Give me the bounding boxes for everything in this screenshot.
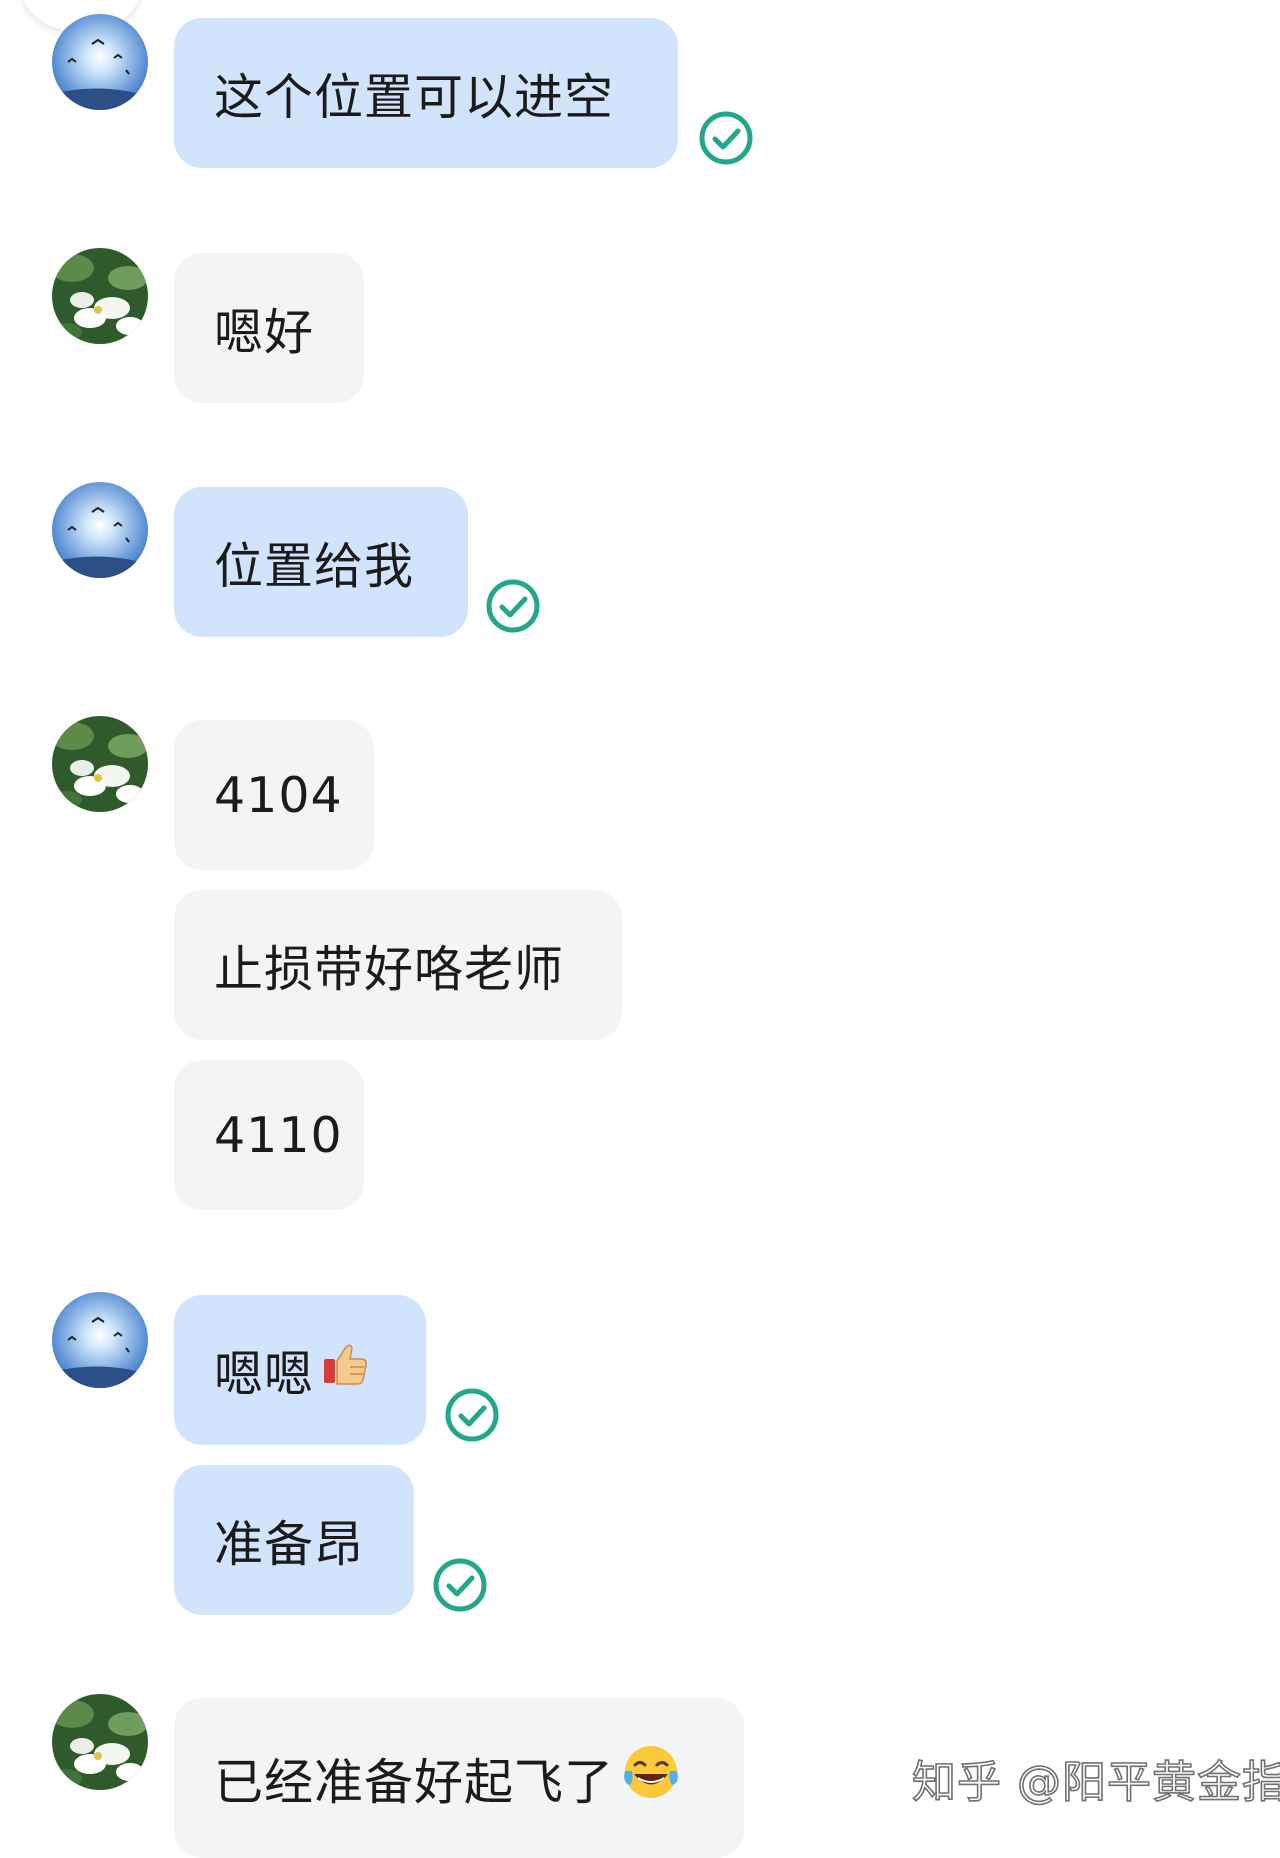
avatar-me[interactable] xyxy=(52,482,148,578)
read-check-icon xyxy=(699,111,753,165)
message-text: 这个位置可以进空 xyxy=(214,68,615,126)
message-text: 嗯嗯 xyxy=(214,1345,315,1403)
avatar-me[interactable] xyxy=(52,1292,148,1388)
message-text: 4110 xyxy=(214,1106,343,1164)
message-text: 嗯好 xyxy=(214,303,315,361)
message-bubble[interactable]: 止损带好咯老师 xyxy=(174,890,622,1040)
message-bubble[interactable]: 准备昂 xyxy=(174,1465,414,1615)
message-text: 4104 xyxy=(214,766,343,824)
read-check-icon xyxy=(445,1388,499,1442)
thumbs-up-icon xyxy=(320,1339,370,1401)
avatar-me[interactable] xyxy=(52,14,148,110)
message-text: 已经准备好起飞了 xyxy=(214,1753,615,1811)
message-bubble[interactable]: 位置给我 xyxy=(174,487,468,637)
message-bubble[interactable]: 这个位置可以进空 xyxy=(174,18,678,168)
watermark: 知乎 @阳平黄金指南 xyxy=(911,1756,1280,1809)
tears-of-joy-emoji-icon xyxy=(620,1741,682,1815)
message-text: 止损带好咯老师 xyxy=(214,940,565,998)
message-bubble[interactable]: 嗯嗯 xyxy=(174,1295,426,1445)
message-bubble[interactable]: 已经准备好起飞了 xyxy=(174,1698,744,1858)
message-bubble[interactable]: 4104 xyxy=(174,720,374,870)
avatar-contact[interactable] xyxy=(52,248,148,344)
message-bubble[interactable]: 嗯好 xyxy=(174,253,364,403)
avatar-contact[interactable] xyxy=(52,1694,148,1790)
message-text: 准备昂 xyxy=(214,1515,365,1573)
chevron-left-icon xyxy=(58,0,98,4)
message-text: 位置给我 xyxy=(214,537,415,595)
avatar-contact[interactable] xyxy=(52,716,148,812)
read-check-icon xyxy=(433,1558,487,1612)
read-check-icon xyxy=(486,579,540,633)
message-bubble[interactable]: 4110 xyxy=(174,1060,364,1210)
